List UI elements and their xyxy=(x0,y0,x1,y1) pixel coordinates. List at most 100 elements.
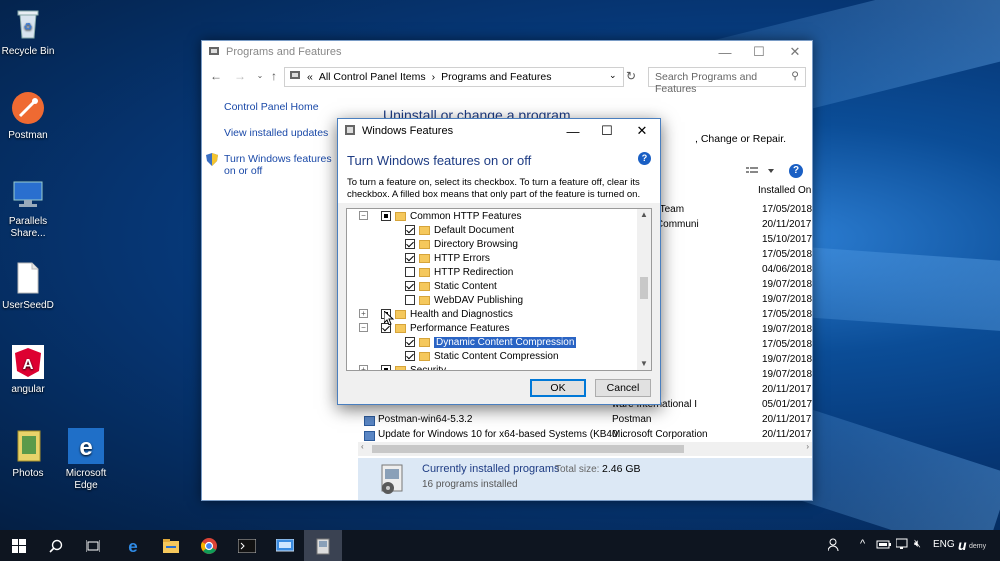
dialog-description: To turn a feature on, select its checkbo… xyxy=(347,177,641,200)
program-install-date: 19/07/2018 xyxy=(762,354,813,365)
table-row[interactable]: Postman-win64-5.3.2 Postman 20/11/2017 xyxy=(362,414,812,429)
scroll-down-icon[interactable]: ▼ xyxy=(637,359,651,368)
back-arrow-icon[interactable]: ← xyxy=(208,68,224,84)
terminal-icon[interactable] xyxy=(228,530,266,561)
tree-item[interactable]: Default Document xyxy=(405,223,514,237)
folder-icon xyxy=(395,211,406,221)
scroll-up-icon[interactable]: ▲ xyxy=(637,210,651,219)
maximize-button[interactable]: ☐ xyxy=(742,41,776,63)
chevron-down-icon[interactable]: ⌄ xyxy=(609,70,617,81)
dialog-close-button[interactable]: ✕ xyxy=(625,120,659,142)
search-icon[interactable] xyxy=(37,530,75,561)
feature-checkbox[interactable] xyxy=(405,253,415,263)
collapse-icon[interactable]: − xyxy=(359,323,368,332)
column-installed-on[interactable]: Installed On xyxy=(758,185,811,196)
feature-checkbox[interactable] xyxy=(405,295,415,305)
feature-checkbox[interactable] xyxy=(405,239,415,249)
show-hidden-icons-chevron-icon[interactable]: ^ xyxy=(860,538,865,550)
refresh-icon[interactable]: ↻ xyxy=(626,69,636,83)
programs-features-icon[interactable] xyxy=(304,530,342,561)
tree-item-label: Static Content Compression xyxy=(434,350,559,362)
desktop-icon-label: Photos xyxy=(12,468,44,479)
volume-muted-icon[interactable]: 🔇︎ xyxy=(914,538,921,551)
edge-icon[interactable]: e xyxy=(114,530,152,561)
breadcrumb-all-items[interactable]: All Control Panel Items xyxy=(319,71,426,83)
shield-icon xyxy=(206,153,218,169)
breadcrumb-prefix: « xyxy=(307,71,313,83)
tree-item[interactable]: Directory Browsing xyxy=(405,237,518,251)
view-options-icon[interactable] xyxy=(746,165,776,180)
program-count: 16 programs installed xyxy=(422,479,518,490)
control-panel-home-link[interactable]: Control Panel Home xyxy=(224,101,339,113)
expand-icon[interactable]: + xyxy=(359,365,368,370)
folder-icon xyxy=(419,281,430,291)
cancel-button[interactable]: Cancel xyxy=(595,379,651,397)
notification-icon[interactable]: u demy xyxy=(956,536,996,557)
feature-checkbox[interactable] xyxy=(405,225,415,235)
tree-scrollbar-thumb[interactable] xyxy=(640,277,648,299)
postman-icon xyxy=(10,90,46,126)
feature-checkbox[interactable] xyxy=(405,281,415,291)
desktop-icon-photos[interactable]: Photos xyxy=(0,428,58,480)
feature-checkbox[interactable] xyxy=(405,351,415,361)
tree-item[interactable]: Dynamic Content Compression xyxy=(405,335,578,349)
scrollbar-thumb[interactable] xyxy=(372,445,684,453)
file-explorer-icon[interactable] xyxy=(152,530,190,561)
view-installed-updates-link[interactable]: View installed updates xyxy=(224,127,339,139)
desktop-icon-userseedd[interactable]: UserSeedD xyxy=(0,260,58,312)
desktop-icon-postman[interactable]: Postman xyxy=(0,90,58,142)
network-icon[interactable] xyxy=(895,538,910,553)
language-indicator[interactable]: ENG xyxy=(933,539,955,550)
desktop-icon-edge[interactable]: e Microsoft Edge xyxy=(56,428,116,492)
help-icon[interactable]: ? xyxy=(789,164,803,178)
tree-item[interactable]: + Health and Diagnostics xyxy=(359,307,513,321)
desktop-icon-recycle-bin[interactable]: ♻ Recycle Bin xyxy=(0,6,58,58)
dialog-minimize-button[interactable]: — xyxy=(556,120,590,142)
dialog-maximize-button[interactable]: ☐ xyxy=(590,120,624,142)
folder-icon xyxy=(419,253,430,263)
minimize-button[interactable]: — xyxy=(708,41,742,63)
close-button[interactable]: ✕ xyxy=(778,41,812,63)
dialog-help-icon[interactable]: ? xyxy=(638,152,651,165)
windows-features-dialog[interactable]: Windows Features — ☐ ✕ Turn Windows feat… xyxy=(337,118,661,405)
search-input[interactable]: Search Programs and Features ⚲ xyxy=(648,67,806,95)
feature-checkbox[interactable] xyxy=(381,211,391,221)
windows-start-icon[interactable] xyxy=(0,530,38,561)
chrome-icon[interactable] xyxy=(190,530,228,561)
remote-desktop-icon[interactable] xyxy=(266,530,304,561)
people-icon[interactable] xyxy=(827,538,842,555)
collapse-icon[interactable]: − xyxy=(359,211,368,220)
up-arrow-icon[interactable]: ↑ xyxy=(266,68,282,84)
scroll-left-icon[interactable]: ‹ xyxy=(361,442,364,451)
tree-item[interactable]: WebDAV Publishing xyxy=(405,293,523,307)
window-title: Programs and Features xyxy=(226,46,342,58)
folder-icon xyxy=(395,365,406,370)
tree-item[interactable]: HTTP Redirection xyxy=(405,265,513,279)
feature-checkbox[interactable] xyxy=(405,337,415,347)
scroll-right-icon[interactable]: › xyxy=(806,442,809,451)
forward-arrow-icon[interactable]: → xyxy=(232,68,248,84)
status-title: Currently installed programs xyxy=(422,463,560,475)
feature-checkbox[interactable] xyxy=(405,267,415,277)
address-bar[interactable]: « All Control Panel Items › Programs and… xyxy=(284,67,624,87)
tree-item[interactable]: HTTP Errors xyxy=(405,251,490,265)
turn-windows-features-link[interactable]: Turn Windows features on or off xyxy=(206,153,339,177)
search-icon[interactable]: ⚲ xyxy=(791,70,799,82)
tree-item[interactable]: Static Content xyxy=(405,279,497,293)
desktop-icon-parallels[interactable]: Parallels Share... xyxy=(0,176,58,240)
tree-vertical-scrollbar[interactable]: ▲ ▼ xyxy=(637,209,651,370)
ok-button[interactable]: OK xyxy=(530,379,586,397)
tree-item-label: HTTP Errors xyxy=(434,252,490,264)
breadcrumb-programs[interactable]: Programs and Features xyxy=(441,71,551,83)
features-tree[interactable]: − Common HTTP Features Default Document Dir… xyxy=(346,208,652,371)
tree-item[interactable]: − Common HTTP Features xyxy=(359,209,522,223)
horizontal-scrollbar[interactable]: ‹ › xyxy=(358,442,812,456)
tree-item[interactable]: Static Content Compression xyxy=(405,349,559,363)
feature-checkbox[interactable] xyxy=(381,365,391,370)
expand-icon[interactable]: + xyxy=(359,309,368,318)
battery-icon[interactable] xyxy=(876,538,892,553)
tree-item[interactable]: + Security xyxy=(359,363,446,370)
desktop-icon-angular[interactable]: A angular xyxy=(0,344,58,396)
task-view-icon[interactable] xyxy=(74,530,112,561)
tree-item[interactable]: − Performance Features xyxy=(359,321,510,335)
